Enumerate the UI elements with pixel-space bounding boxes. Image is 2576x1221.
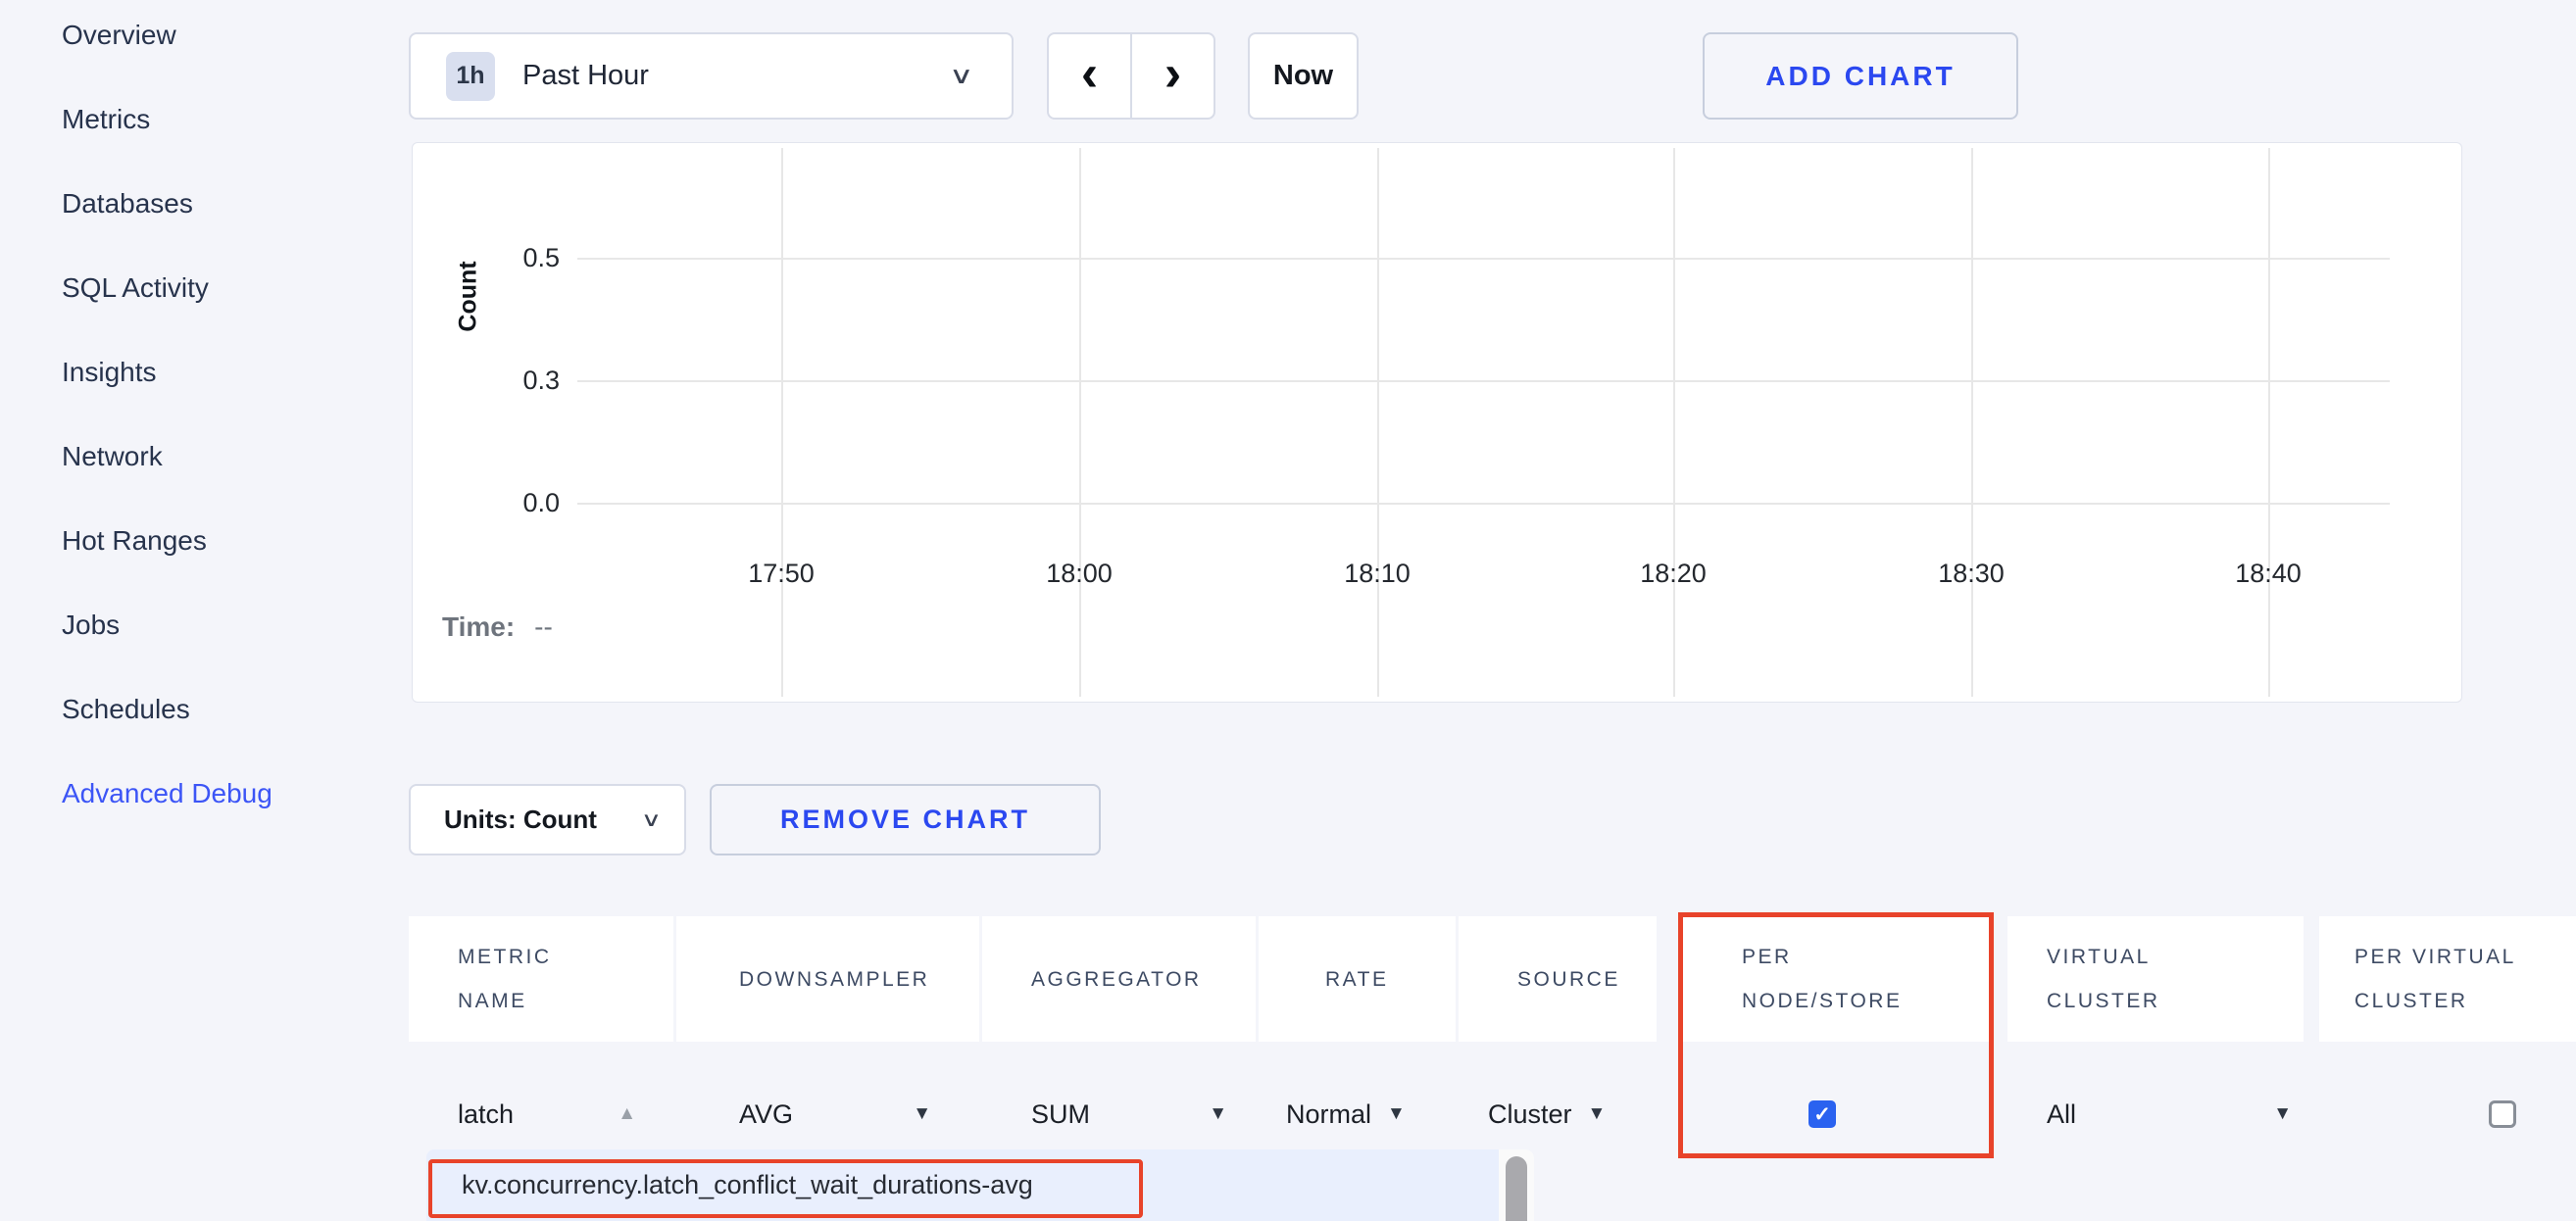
- time-step-buttons: ‹ ›: [1047, 32, 1215, 120]
- chart-plot-area[interactable]: [577, 148, 2391, 555]
- y-axis-label: Count: [455, 199, 483, 395]
- virtual-cluster-cell: All ▼: [2007, 1078, 2304, 1150]
- downsampler-select[interactable]: AVG ▼: [739, 1099, 931, 1130]
- time-readout-value: --: [534, 611, 553, 642]
- caret-down-icon: ▼: [1588, 1103, 1607, 1125]
- metric-name-cell: ▲: [409, 1078, 673, 1150]
- time-window-label: Past Hour: [522, 60, 649, 92]
- column-header-per-virtual-cluster: PER VIRTUAL CLUSTER: [2319, 916, 2576, 1042]
- header-line: CLUSTER: [2047, 979, 2304, 1023]
- x-tick: 18:10: [1299, 559, 1456, 589]
- add-chart-button[interactable]: ADD CHART: [1703, 32, 2018, 120]
- metric-suggestions-dropdown: kv.concurrency.latch_conflict_wait_durat…: [426, 1149, 1534, 1221]
- sidebar-item-insights[interactable]: Insights: [62, 359, 272, 386]
- column-header-rate: RATE: [1259, 916, 1456, 1042]
- header-line: METRIC: [458, 935, 673, 979]
- dropdown-scrollbar-thumb[interactable]: [1506, 1156, 1527, 1221]
- x-tick: 18:20: [1595, 559, 1752, 589]
- per-virtual-cluster-checkbox[interactable]: [2489, 1100, 2516, 1128]
- downsampler-cell: AVG ▼: [676, 1078, 979, 1150]
- caret-down-icon: ▼: [913, 1103, 931, 1125]
- header-line: AGGREGATOR: [1031, 957, 1256, 1001]
- aggregator-cell: SUM ▼: [982, 1078, 1256, 1150]
- header-line: DOWNSAMPLER: [739, 957, 979, 1001]
- chevron-right-icon: ›: [1164, 44, 1181, 103]
- aggregator-select[interactable]: SUM ▼: [1031, 1099, 1227, 1130]
- caret-down-icon: ▼: [1209, 1103, 1227, 1125]
- sidebar-item-databases[interactable]: Databases: [62, 190, 272, 218]
- caret-down-icon: ▼: [2273, 1103, 2292, 1125]
- x-tick: 17:50: [703, 559, 860, 589]
- rate-cell: Normal ▼: [1259, 1078, 1456, 1150]
- sidebar-item-schedules[interactable]: Schedules: [62, 696, 272, 723]
- sidebar: Overview Metrics Databases SQL Activity …: [62, 22, 272, 807]
- next-time-window-button[interactable]: ›: [1131, 32, 1215, 120]
- virtual-cluster-select[interactable]: All ▼: [2047, 1099, 2292, 1130]
- sidebar-item-metrics[interactable]: Metrics: [62, 106, 272, 133]
- time-range-selector[interactable]: 1h Past Hour ∨: [409, 32, 1014, 120]
- now-button[interactable]: Now: [1248, 32, 1359, 120]
- sidebar-item-jobs[interactable]: Jobs: [62, 611, 272, 639]
- header-line: SOURCE: [1517, 957, 1657, 1001]
- source-select[interactable]: Cluster ▼: [1488, 1099, 1606, 1130]
- rate-value: Normal: [1286, 1099, 1371, 1130]
- caret-down-icon: ▼: [1387, 1103, 1406, 1125]
- chevron-left-icon: ‹: [1081, 44, 1098, 103]
- metric-suggestion-item[interactable]: kv.concurrency.latch_conflict_wait_durat…: [426, 1149, 1499, 1221]
- caret-up-icon: ▲: [618, 1103, 636, 1125]
- x-tick: 18:30: [1893, 559, 2050, 589]
- rate-select[interactable]: Normal ▼: [1286, 1099, 1406, 1130]
- sidebar-item-sql-activity[interactable]: SQL Activity: [62, 274, 272, 302]
- previous-time-window-button[interactable]: ‹: [1047, 32, 1131, 120]
- per-virtual-cluster-cell: [2319, 1078, 2576, 1150]
- sidebar-item-hot-ranges[interactable]: Hot Ranges: [62, 527, 272, 555]
- header-line: PER VIRTUAL: [2354, 935, 2576, 979]
- column-header-virtual-cluster: VIRTUAL CLUSTER: [2007, 916, 2304, 1042]
- x-tick: 18:40: [2190, 559, 2347, 589]
- per-node-store-checkbox[interactable]: ✓: [1808, 1100, 1836, 1128]
- header-line: CLUSTER: [2354, 979, 2576, 1023]
- custom-chart-card: 0.5 0.3 0.0 17:50 18:00 18:10 18:20 18:3…: [412, 142, 2462, 703]
- per-node-store-cell: ✓: [1683, 1078, 1993, 1150]
- y-tick: 0.0: [462, 488, 560, 518]
- hover-time-readout: Time: --: [442, 611, 553, 643]
- header-line: VIRTUAL: [2047, 935, 2304, 979]
- source-cell: Cluster ▼: [1459, 1078, 1657, 1150]
- chevron-down-icon: ∨: [641, 807, 662, 832]
- column-header-aggregator: AGGREGATOR: [982, 916, 1256, 1042]
- check-icon: ✓: [1813, 1102, 1831, 1127]
- aggregator-value: SUM: [1031, 1099, 1090, 1130]
- sidebar-item-overview[interactable]: Overview: [62, 22, 272, 49]
- header-line: NODE/STORE: [1742, 979, 1993, 1023]
- metric-name-input[interactable]: [458, 1099, 590, 1130]
- header-line: PER: [1742, 935, 1993, 979]
- column-header-metric-name: METRIC NAME: [409, 916, 673, 1042]
- metric-name-select[interactable]: ▲: [458, 1099, 636, 1130]
- header-line: RATE: [1325, 957, 1456, 1001]
- dropdown-scrollbar-track[interactable]: [1499, 1149, 1534, 1221]
- source-value: Cluster: [1488, 1099, 1572, 1130]
- chevron-down-icon: ∨: [949, 62, 973, 90]
- column-header-per-node-store: PER NODE/STORE: [1683, 916, 1993, 1042]
- downsampler-value: AVG: [739, 1099, 793, 1130]
- header-line: NAME: [458, 979, 673, 1023]
- time-window-badge: 1h: [446, 52, 495, 101]
- remove-chart-button[interactable]: REMOVE CHART: [710, 784, 1101, 855]
- virtual-cluster-value: All: [2047, 1099, 2076, 1130]
- column-header-source: SOURCE: [1459, 916, 1657, 1042]
- time-readout-label: Time:: [442, 611, 515, 642]
- units-dropdown[interactable]: Units: Count ∨: [409, 784, 686, 855]
- column-header-downsampler: DOWNSAMPLER: [676, 916, 979, 1042]
- sidebar-item-advanced-debug[interactable]: Advanced Debug: [62, 780, 272, 807]
- sidebar-item-network[interactable]: Network: [62, 443, 272, 470]
- x-tick: 18:00: [1001, 559, 1158, 589]
- units-dropdown-label: Units: Count: [444, 805, 597, 835]
